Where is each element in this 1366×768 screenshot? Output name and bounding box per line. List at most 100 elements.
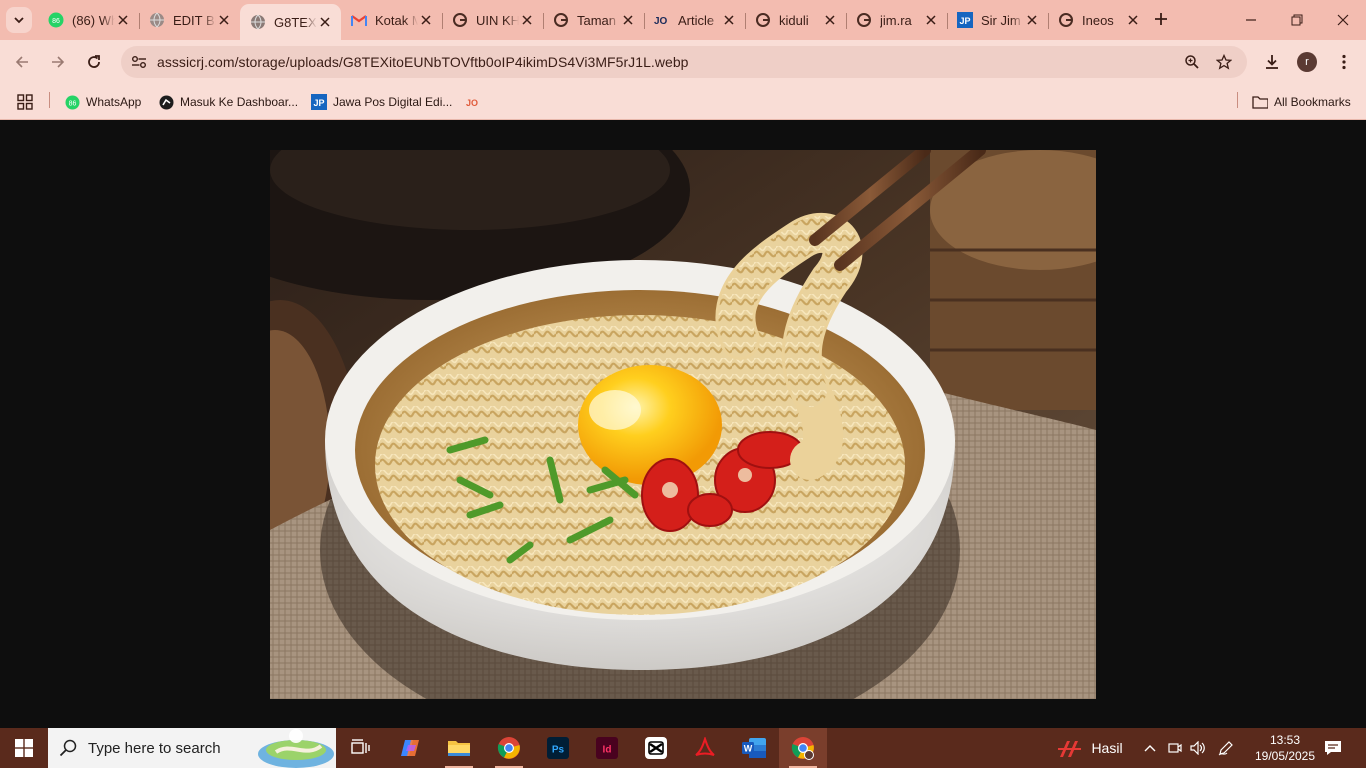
word-icon: W (742, 738, 766, 758)
taskbar-search-box[interactable]: Type here to search (48, 728, 336, 768)
close-icon (1337, 14, 1349, 26)
bookmark-jawapos[interactable]: JP Jawa Pos Digital Edi... (311, 91, 452, 113)
bookmark-star-icon[interactable] (1214, 52, 1234, 72)
zoom-icon[interactable] (1182, 52, 1202, 72)
profile-avatar[interactable]: r (1297, 52, 1317, 72)
speaker-icon (1190, 741, 1205, 755)
tab-title: kiduli (779, 12, 809, 28)
bookmark-dashboard[interactable]: Masuk Ke Dashboar... (158, 91, 298, 113)
new-tab-button[interactable] (1150, 8, 1172, 30)
close-icon[interactable] (620, 12, 636, 28)
tab-jimra[interactable]: jim.ra (846, 4, 947, 36)
start-button[interactable] (0, 728, 48, 768)
apps-button[interactable] (17, 91, 33, 113)
notifications-button[interactable] (1320, 728, 1346, 768)
weather-widget[interactable]: Hasil (1055, 728, 1125, 768)
reload-icon (88, 55, 100, 68)
tab-title: Sir Jim (981, 12, 1021, 28)
close-icon[interactable] (721, 12, 737, 28)
close-window-button[interactable] (1320, 0, 1366, 40)
acrobat-button[interactable] (681, 728, 729, 768)
tab-gmail[interactable]: Kotak Masuk (341, 4, 442, 36)
meet-now-button[interactable] (1165, 728, 1185, 768)
indesign-button[interactable]: Id (583, 728, 631, 768)
photoshop-button[interactable]: Ps (534, 728, 582, 768)
whatsapp-icon: 86 (48, 12, 64, 28)
copilot-button[interactable] (386, 728, 434, 768)
task-view-icon (351, 739, 370, 754)
restore-icon (1291, 14, 1303, 26)
tab-title: Taman (577, 12, 617, 28)
all-bookmarks-button[interactable]: All Bookmarks (1252, 91, 1351, 113)
copilot-icon (401, 740, 419, 756)
tab-title: Ineos (1082, 12, 1114, 28)
svg-text:86: 86 (68, 100, 76, 107)
url-text[interactable]: asssicrj.com/storage/uploads/G8TEXitoEUN… (157, 54, 689, 70)
tab-article[interactable]: JO Article (644, 4, 745, 36)
site-info-icon[interactable] (129, 52, 149, 72)
tab-ineos[interactable]: Ineos (1048, 4, 1149, 36)
dashboard-icon (158, 94, 174, 110)
tab-sirjim[interactable]: JP Sir Jim (947, 4, 1048, 36)
tab-image-active[interactable]: G8TEXitoEUNbTOVftb0oIP4ikimDS4Vi3MF5rJ1L… (240, 4, 341, 40)
close-icon[interactable] (1125, 12, 1141, 28)
gmail-icon (351, 12, 367, 28)
tab-title: G8TEXitoEUNbTOVftb0oIP4ikimDS4Vi3MF5rJ1L… (274, 14, 317, 30)
close-icon[interactable] (317, 14, 333, 30)
svg-text:JP: JP (959, 16, 970, 26)
capcut-button[interactable] (632, 728, 680, 768)
minimize-button[interactable] (1228, 0, 1274, 40)
menu-button[interactable] (1330, 48, 1358, 76)
bookmark-jo[interactable]: JO (466, 91, 488, 113)
close-icon[interactable] (216, 12, 232, 28)
svg-text:JP: JP (313, 98, 324, 108)
folder-icon (1252, 94, 1268, 110)
jp-icon: JP (957, 12, 973, 28)
close-icon[interactable] (923, 12, 939, 28)
svg-text:JO: JO (654, 16, 668, 26)
tab-whatsapp[interactable]: 86 (86) WhatsApp (38, 4, 139, 36)
tab-edit-berita[interactable]: EDIT BERITA (139, 4, 240, 36)
capcut-icon (645, 737, 667, 759)
back-button[interactable] (8, 48, 36, 76)
tab-taman[interactable]: Taman (543, 4, 644, 36)
pen-button[interactable] (1215, 728, 1237, 768)
reload-button[interactable] (80, 48, 108, 76)
clock-date: 19/05/2025 (1254, 749, 1316, 763)
chrome-button[interactable] (485, 728, 533, 768)
close-icon[interactable] (418, 12, 434, 28)
noodle-bowl-photo[interactable] (270, 150, 1096, 699)
volume-button[interactable] (1188, 728, 1208, 768)
tab-search-button[interactable] (6, 7, 32, 33)
tab-list: 86 (86) WhatsApp EDIT BERITA G8TEXitoEUN… (38, 4, 1149, 40)
show-hidden-icons-button[interactable] (1140, 728, 1160, 768)
restore-button[interactable] (1274, 0, 1320, 40)
close-icon[interactable] (1024, 12, 1040, 28)
tab-uin[interactable]: UIN KHAS (442, 4, 543, 36)
file-explorer-button[interactable] (435, 728, 483, 768)
forward-button[interactable] (44, 48, 72, 76)
close-icon[interactable] (115, 12, 131, 28)
close-icon[interactable] (822, 12, 838, 28)
downloads-button[interactable] (1258, 48, 1286, 76)
system-clock[interactable]: 13:53 19/05/2025 (1250, 732, 1320, 764)
close-icon[interactable] (519, 12, 535, 28)
tab-strip: 86 (86) WhatsApp EDIT BERITA G8TEXitoEUN… (0, 0, 1366, 40)
google-icon (1058, 12, 1074, 28)
search-icon (48, 739, 88, 757)
windows-taskbar: Type here to search Ps Id W Hasil 13:53 … (0, 728, 1366, 768)
weather-label: Hasil (1091, 740, 1123, 756)
task-view-button[interactable] (336, 728, 384, 768)
bookmark-whatsapp[interactable]: 86 WhatsApp (64, 91, 141, 113)
page-viewport (0, 121, 1366, 728)
minimize-icon (1246, 19, 1256, 21)
address-bar[interactable]: asssicrj.com/storage/uploads/G8TEXitoEUN… (121, 46, 1247, 78)
whatsapp-icon: 86 (64, 94, 80, 110)
chrome-profile-button[interactable] (779, 728, 827, 768)
globe-icon (149, 12, 165, 28)
folder-icon (448, 741, 470, 756)
svg-text:Ps: Ps (552, 745, 565, 756)
tab-kiduli[interactable]: kiduli (745, 4, 846, 36)
google-icon (856, 12, 872, 28)
word-button[interactable]: W (730, 728, 778, 768)
